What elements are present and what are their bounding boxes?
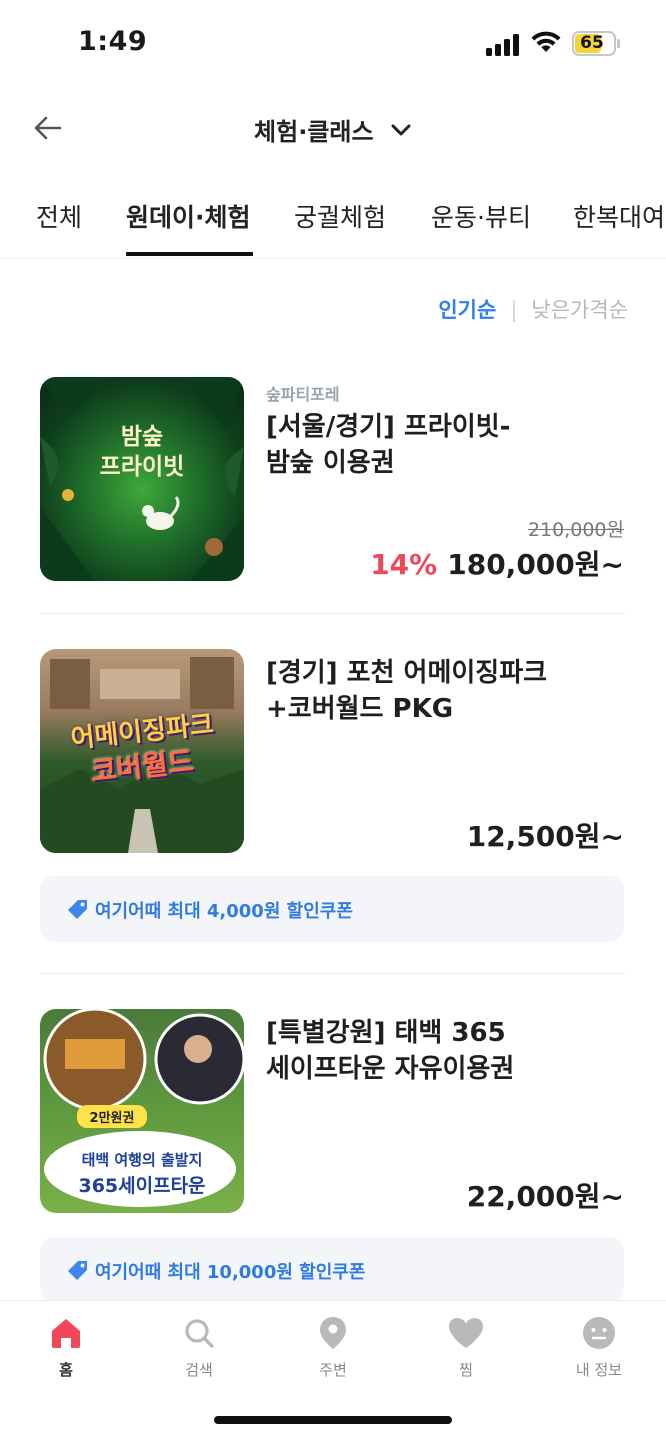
sort-divider: |	[510, 298, 518, 322]
tab-oneday-experience[interactable]: 원데이·체험	[126, 198, 251, 234]
tab-hanbok-rental[interactable]: 한복대여	[573, 198, 665, 234]
wifi-icon	[531, 31, 561, 52]
thumb-caption: 태백 여행의 출발지	[81, 1151, 203, 1169]
battery-level: 65	[580, 33, 604, 53]
seller-name: 숲파티포레	[266, 385, 340, 404]
cellular-signal-icon	[486, 34, 522, 56]
coupon-banner[interactable]: 여기어때 최대 10,000원 할인쿠폰	[40, 1237, 624, 1303]
product-card[interactable]: 밤숲 프라이빗 숲파티포레 [서울/경기] 프라이빗- 밤숲 이용권 210,00…	[40, 377, 626, 583]
profile-face-icon	[583, 1317, 615, 1349]
sale-price: 180,000원~	[447, 548, 624, 581]
status-time: 1:49	[78, 26, 148, 57]
battery-icon: 65	[572, 31, 616, 56]
home-icon	[52, 1319, 80, 1348]
product-title: [경기] 포천 어메이징파크 +코버월드 PKG	[266, 658, 548, 724]
product-title: [특별강원] 태백 365 세이프타운 자유이용권	[266, 1018, 515, 1084]
category-tabs: 전체 원데이·체험 궁궐체험 운동·뷰티 한복대여	[0, 190, 666, 259]
tab-palace-experience[interactable]: 궁궐체험	[294, 198, 386, 234]
category-dropdown[interactable]: 체험·클래스	[0, 112, 666, 147]
sort-low-price[interactable]: 낮은가격순	[531, 298, 628, 322]
nav-search[interactable]: 검색	[159, 1311, 239, 1380]
thumb-caption: 프라이빗	[99, 454, 185, 480]
original-price: 210,000원	[527, 519, 624, 541]
thumb-caption: 365세이프타운	[78, 1175, 206, 1197]
search-icon	[185, 1319, 214, 1348]
thumb-caption: 밤숲	[120, 424, 164, 450]
tab-exercise-beauty[interactable]: 운동·뷰티	[431, 198, 531, 234]
nav-wishlist[interactable]: 찜	[426, 1311, 506, 1380]
tag-icon	[68, 1261, 87, 1280]
coupon-text: 여기어때 최대 4,000원 할인쿠폰	[95, 901, 353, 922]
product-card[interactable]: 2만원권 태백 여행의 출발지 365세이프타운 [특별강원] 태백 365 세이…	[40, 1009, 626, 1215]
active-tab-indicator	[126, 252, 253, 256]
nav-my-info[interactable]: 내 정보	[559, 1311, 639, 1380]
status-bar: 1:49 65	[0, 0, 666, 90]
product-title: [서울/경기] 프라이빗- 밤숲 이용권	[266, 412, 511, 478]
coupon-banner[interactable]: 여기어때 최대 4,000원 할인쿠폰	[40, 876, 624, 942]
sale-price: 12,500원~	[466, 820, 624, 853]
page-title: 체험·클래스	[254, 118, 374, 146]
nav-nearby[interactable]: 주변	[293, 1311, 373, 1380]
divider	[40, 613, 626, 614]
product-thumbnail: 어메이징파크 코버월드	[40, 649, 244, 853]
heart-icon	[449, 1318, 483, 1348]
product-thumbnail: 밤숲 프라이빗	[40, 377, 244, 581]
discount-rate: 14%	[370, 548, 438, 581]
tab-all[interactable]: 전체	[36, 198, 82, 234]
tag-icon	[68, 900, 87, 919]
home-indicator	[214, 1416, 452, 1424]
thumb-badge: 2만원권	[77, 1105, 147, 1128]
coupon-text: 여기어때 최대 10,000원 할인쿠폰	[95, 1262, 366, 1283]
location-pin-icon	[320, 1317, 346, 1349]
nav-home[interactable]: 홈	[26, 1311, 106, 1380]
product-thumbnail: 2만원권 태백 여행의 출발지 365세이프타운	[40, 1009, 244, 1213]
sort-popular[interactable]: 인기순	[438, 298, 496, 322]
sale-price: 22,000원~	[466, 1180, 624, 1213]
sort-options: 인기순 | 낮은가격순	[438, 294, 628, 324]
product-card[interactable]: 어메이징파크 코버월드 [경기] 포천 어메이징파크 +코버월드 PKG 12,5…	[40, 649, 626, 855]
divider	[40, 973, 626, 974]
price-row: 14% 180,000원~	[370, 543, 624, 583]
chevron-down-icon	[391, 124, 411, 135]
